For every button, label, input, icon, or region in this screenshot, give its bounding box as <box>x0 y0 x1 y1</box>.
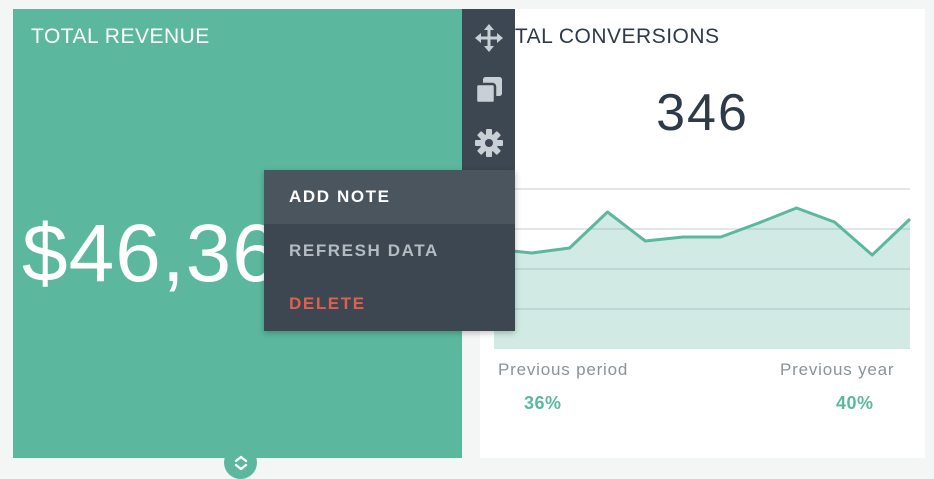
duplicate-icon[interactable] <box>462 65 515 115</box>
revenue-card-title: TOTAL REVENUE <box>31 25 210 48</box>
previous-year-value: 40% <box>836 393 874 413</box>
previous-period-label: Previous period <box>498 360 629 379</box>
total-conversions-card[interactable]: OTAL CONVERSIONS 346 Previous period 36%… <box>480 9 925 458</box>
previous-period-value: 36% <box>524 393 562 413</box>
conversions-area-chart <box>493 188 912 349</box>
gear-icon[interactable] <box>462 118 515 168</box>
refresh-data-menu-item[interactable]: REFRESH DATA <box>264 224 515 278</box>
delete-menu-item[interactable]: DELETE <box>264 277 515 331</box>
move-icon[interactable] <box>462 13 515 63</box>
previous-year-label: Previous year <box>780 360 895 379</box>
revenue-value: $46,36 <box>22 208 279 299</box>
chevron-updown-icon <box>234 455 247 470</box>
add-note-menu-item[interactable]: ADD NOTE <box>264 170 515 224</box>
card-expand-button[interactable] <box>224 446 257 479</box>
widget-toolbar <box>462 9 515 171</box>
widget-context-menu: ADD NOTE REFRESH DATA DELETE <box>264 170 515 331</box>
